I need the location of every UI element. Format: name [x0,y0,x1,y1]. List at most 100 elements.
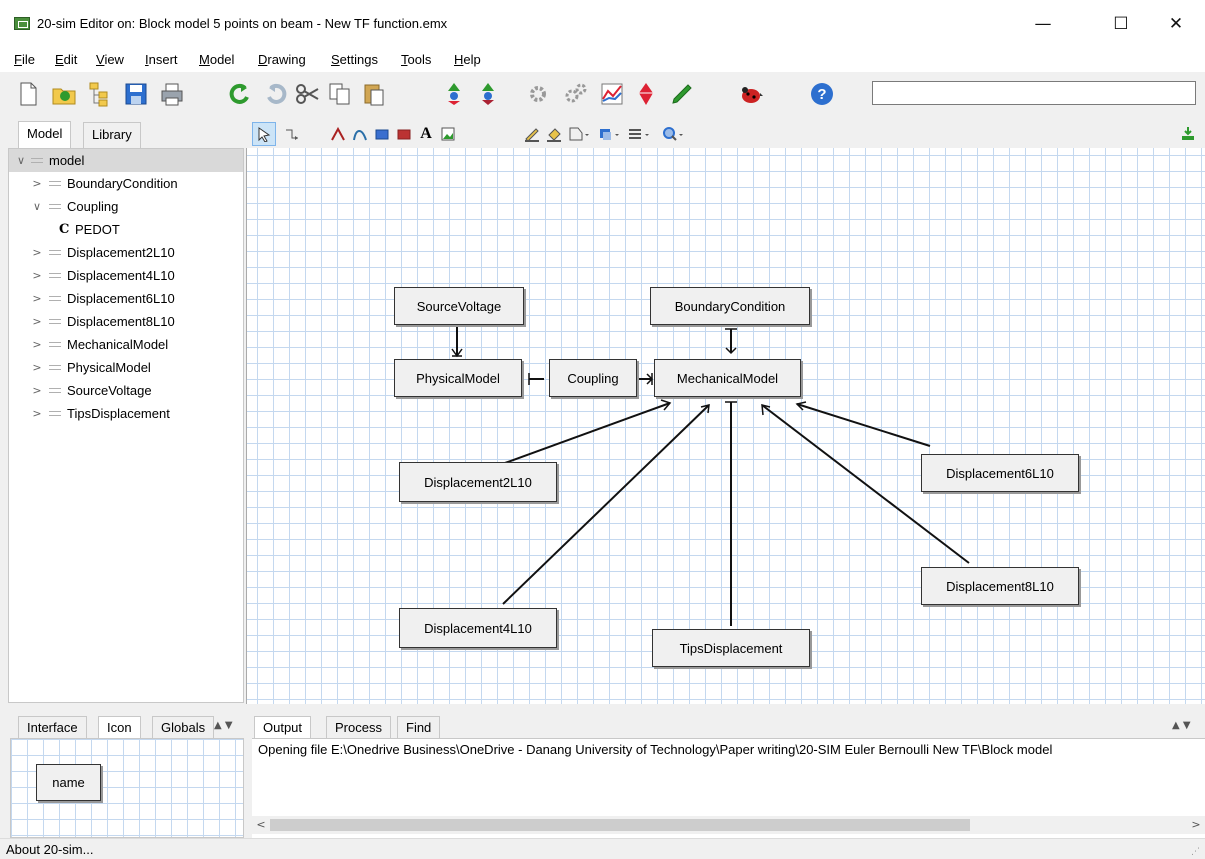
text-tool-icon[interactable]: A [416,122,436,146]
block-displacement2l10[interactable]: Displacement2L10 [399,462,557,502]
close-button[interactable]: ✕ [1153,8,1199,40]
wire-displacement2[interactable] [504,402,671,464]
redo-icon[interactable] [262,80,290,108]
select-arrow-icon[interactable] [252,122,276,146]
cut-icon[interactable] [294,80,322,108]
diagram-canvas[interactable]: SourceVoltage BoundaryCondition Physical… [246,148,1205,704]
tree-item-pedot[interactable]: C PEDOT [9,218,243,241]
tree-item-tips-displacement[interactable]: > TipsDisplacement [9,402,243,425]
new-file-icon[interactable] [14,80,42,108]
tab-interface[interactable]: Interface [18,716,87,738]
maximize-button[interactable]: ☐ [1098,8,1144,40]
panel-scroll-arrows-icon[interactable]: ▲ ▼ [1172,720,1191,731]
go-down-icon[interactable] [474,80,502,108]
tree-item-model[interactable]: ∨ model [9,149,243,172]
wire-displacement6[interactable] [796,403,931,447]
menu-drawing[interactable]: Drawing [258,52,306,67]
save-icon[interactable] [122,80,150,108]
scroll-left-icon[interactable]: < [252,816,270,834]
menu-help[interactable]: Help [454,52,481,67]
chevron-right-icon[interactable]: > [31,333,43,356]
chevron-down-icon[interactable]: ∨ [15,149,27,172]
tab-model[interactable]: Model [18,121,72,148]
go-up-icon[interactable] [440,80,468,108]
chevron-right-icon[interactable]: > [31,172,43,195]
arrange-icon[interactable] [596,122,622,146]
line-style-icon[interactable] [626,122,652,146]
tab-process[interactable]: Process [326,716,391,738]
tree-item-source-voltage[interactable]: > SourceVoltage [9,379,243,402]
menu-file[interactable]: File [14,52,35,67]
scrollbar-thumb[interactable] [270,819,970,831]
image-tool-icon[interactable] [438,122,458,146]
line-color-icon[interactable] [522,122,542,146]
tree-item-displacement8l10[interactable]: > Displacement8L10 [9,310,243,333]
tab-globals[interactable]: Globals [152,716,215,738]
chevron-right-icon[interactable]: > [31,241,43,264]
rectangle-icon[interactable] [372,122,392,146]
tree-item-mechanical-model[interactable]: > MechanicalModel [9,333,243,356]
menu-view[interactable]: View [96,52,124,67]
block-coupling[interactable]: Coupling [549,359,637,397]
zoom-icon[interactable] [660,122,686,146]
copy-icon[interactable] [326,80,354,108]
print-icon[interactable] [158,80,186,108]
shape-style-icon[interactable] [566,122,592,146]
undo-icon[interactable] [226,80,254,108]
menu-model[interactable]: Model [199,52,234,67]
chevron-right-icon[interactable]: > [31,379,43,402]
block-displacement4l10[interactable]: Displacement4L10 [399,608,557,648]
process-model-icon[interactable] [562,80,590,108]
tab-icon[interactable]: Icon [98,716,141,738]
open-folder-icon[interactable] [50,80,78,108]
menu-edit[interactable]: Edit [55,52,77,67]
horizontal-scrollbar[interactable]: < > [252,816,1205,834]
curve-icon[interactable] [350,122,370,146]
block-displacement8l10[interactable]: Displacement8L10 [921,567,1079,605]
ellipse-icon[interactable] [394,122,414,146]
chevron-right-icon[interactable]: > [31,402,43,425]
block-boundary-condition[interactable]: BoundaryCondition [650,287,810,325]
polyline-icon[interactable] [328,122,348,146]
chevron-right-icon[interactable]: > [31,310,43,333]
menu-settings[interactable]: Settings [331,52,378,67]
minimize-button[interactable]: — [1020,8,1066,40]
search-input[interactable] [872,81,1196,105]
tab-output[interactable]: Output [254,716,312,738]
hierarchy-icon[interactable] [86,80,114,108]
tree-item-displacement6l10[interactable]: > Displacement6L10 [9,287,243,310]
wire-displacement4[interactable] [502,404,710,605]
resize-grip-icon[interactable]: ⋰ [1191,846,1201,856]
tree-item-displacement4l10[interactable]: > Displacement4L10 [9,264,243,287]
tab-library[interactable]: Library [83,122,141,148]
block-source-voltage[interactable]: SourceVoltage [394,287,524,325]
tree-item-displacement2l10[interactable]: > Displacement2L10 [9,241,243,264]
tree-item-physical-model[interactable]: > PhysicalModel [9,356,243,379]
linearize-icon[interactable] [632,80,660,108]
menu-insert[interactable]: Insert [145,52,178,67]
chevron-down-icon[interactable]: ∨ [31,195,43,218]
chevron-right-icon[interactable]: > [31,287,43,310]
tab-scroll-arrows-icon[interactable]: ▲ ▼ [214,720,233,731]
tree-item-boundary-condition[interactable]: > BoundaryCondition [9,172,243,195]
simulator-icon[interactable] [598,80,626,108]
pen-icon[interactable] [668,80,696,108]
block-mechanical-model[interactable]: MechanicalModel [654,359,801,397]
block-tips-displacement[interactable]: TipsDisplacement [652,629,810,667]
paste-icon[interactable] [360,80,388,108]
block-physical-model[interactable]: PhysicalModel [394,359,522,397]
scroll-right-icon[interactable]: > [1187,816,1205,834]
help-icon[interactable]: ? [808,80,836,108]
check-model-icon[interactable] [524,80,552,108]
tab-find[interactable]: Find [397,716,441,738]
download-icon[interactable] [1178,122,1198,146]
icon-name-block[interactable]: name [36,764,101,801]
connect-tool-icon[interactable] [280,122,304,146]
chevron-right-icon[interactable]: > [31,356,43,379]
chevron-right-icon[interactable]: > [31,264,43,287]
tree-item-coupling[interactable]: ∨ Coupling [9,195,243,218]
fill-color-icon[interactable] [544,122,564,146]
menu-tools[interactable]: Tools [401,52,431,67]
debug-ladybug-icon[interactable] [738,80,766,108]
block-displacement6l10[interactable]: Displacement6L10 [921,454,1079,492]
